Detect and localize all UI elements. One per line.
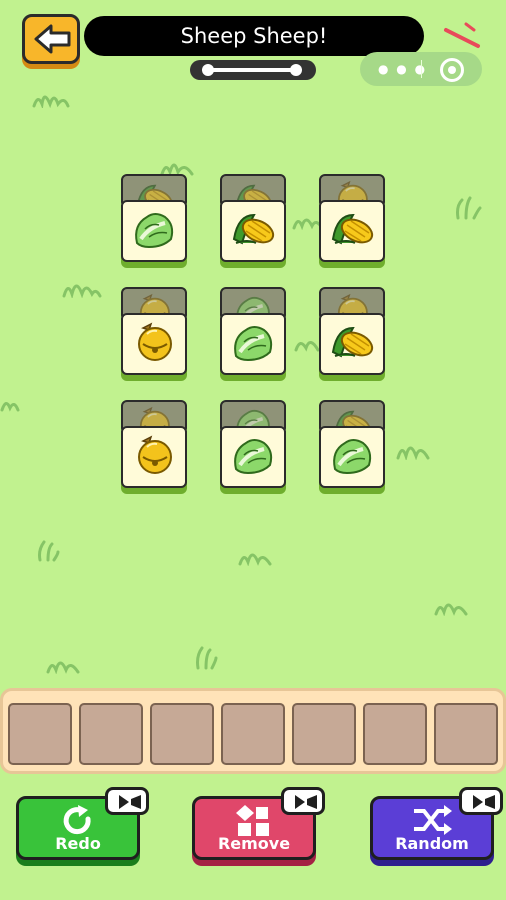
tray-slot bbox=[79, 703, 143, 765]
tray-slot bbox=[8, 703, 72, 765]
tile-lettuce[interactable] bbox=[220, 313, 286, 375]
slider-knob-left[interactable] bbox=[202, 64, 214, 76]
remove-button[interactable]: Remove bbox=[192, 787, 325, 860]
grass-decoration bbox=[38, 540, 60, 562]
random-button[interactable]: Random bbox=[370, 787, 503, 860]
video-ad-icon bbox=[281, 787, 325, 815]
tile-corn[interactable] bbox=[319, 313, 385, 375]
page-title: Sheep Sheep! bbox=[84, 16, 424, 56]
redo-button[interactable]: Redo bbox=[16, 787, 149, 860]
corn-icon bbox=[331, 213, 374, 245]
tile-stack[interactable] bbox=[220, 287, 286, 379]
tile-bell[interactable] bbox=[121, 313, 187, 375]
grass-decoration bbox=[62, 284, 102, 298]
bell-icon bbox=[138, 322, 172, 361]
redo-label: Redo bbox=[55, 834, 101, 853]
tile-stack[interactable] bbox=[220, 174, 286, 266]
mute-icon[interactable] bbox=[440, 20, 484, 54]
bell-icon bbox=[138, 435, 172, 474]
more-icon[interactable]: ● ● ● bbox=[378, 62, 427, 76]
close-target-icon[interactable] bbox=[440, 58, 464, 82]
lettuce-icon bbox=[135, 213, 174, 249]
grass-decoration bbox=[396, 446, 430, 460]
mini-program-capsule: ● ● ● bbox=[360, 52, 482, 86]
lettuce-icon bbox=[234, 439, 273, 475]
tile-lettuce[interactable] bbox=[220, 426, 286, 488]
refresh-icon bbox=[63, 805, 91, 835]
arrow-left-icon bbox=[34, 24, 71, 54]
tray-slot bbox=[434, 703, 498, 765]
grass-decoration bbox=[46, 661, 80, 674]
grass-decoration bbox=[238, 553, 272, 566]
tile-stack[interactable] bbox=[121, 287, 187, 379]
back-button[interactable] bbox=[22, 14, 80, 64]
tile-stack[interactable] bbox=[220, 400, 286, 492]
slider-knob-right[interactable] bbox=[290, 64, 302, 76]
capsule-divider bbox=[421, 60, 422, 78]
tile-stack[interactable] bbox=[319, 174, 385, 266]
tile-tray bbox=[0, 688, 506, 774]
grass-decoration bbox=[160, 163, 194, 176]
tile-corn[interactable] bbox=[220, 200, 286, 262]
tile-corn[interactable] bbox=[319, 200, 385, 262]
video-ad-icon bbox=[105, 787, 149, 815]
shapes-icon bbox=[236, 805, 269, 836]
grass-decoration bbox=[196, 646, 218, 670]
shuffle-icon bbox=[414, 805, 452, 835]
tray-slot bbox=[363, 703, 427, 765]
grass-decoration bbox=[434, 603, 468, 616]
random-label: Random bbox=[395, 834, 469, 853]
tray-slot bbox=[221, 703, 285, 765]
slider-track bbox=[204, 68, 300, 72]
tile-stack[interactable] bbox=[319, 287, 385, 379]
progress-slider[interactable] bbox=[190, 60, 316, 80]
tile-bell[interactable] bbox=[121, 426, 187, 488]
video-ad-icon bbox=[459, 787, 503, 815]
lettuce-icon bbox=[234, 326, 273, 362]
grass-decoration bbox=[294, 341, 320, 352]
grass-decoration bbox=[456, 196, 482, 220]
tile-lettuce[interactable] bbox=[319, 426, 385, 488]
corn-icon bbox=[232, 213, 275, 245]
tray-slot bbox=[292, 703, 356, 765]
corn-icon bbox=[331, 326, 374, 358]
tile-stack[interactable] bbox=[319, 400, 385, 492]
tile-stack[interactable] bbox=[121, 400, 187, 492]
grass-decoration bbox=[0, 402, 20, 412]
tile-lettuce[interactable] bbox=[121, 200, 187, 262]
grass-decoration bbox=[32, 95, 70, 108]
lettuce-icon bbox=[333, 439, 372, 475]
tile-stack[interactable] bbox=[121, 174, 187, 266]
tray-slot bbox=[150, 703, 214, 765]
remove-label: Remove bbox=[217, 834, 291, 853]
